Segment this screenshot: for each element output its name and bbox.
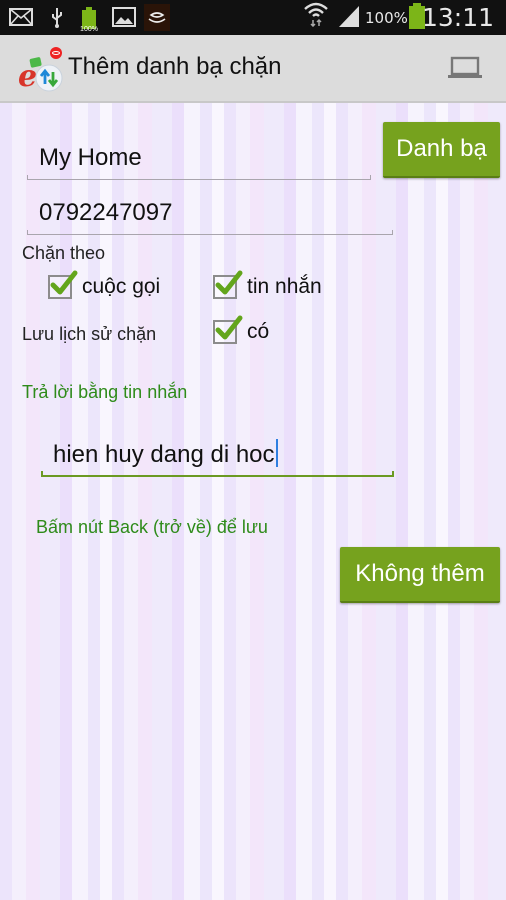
name-input-value: My Home [39,144,142,171]
battery-percent: 100% [365,9,408,27]
save-hint: Bấm nút Back (trở về) để lưu [36,517,268,537]
checkbox-box[interactable] [213,270,243,299]
image-icon [112,6,136,28]
checkbox-messages[interactable]: tin nhắn [213,270,322,299]
signal-icon [337,5,361,27]
checkbox-box[interactable] [213,315,243,344]
wifi-icon [303,2,329,27]
checkbox-messages-label: tin nhắn [247,275,322,298]
battery-small-label: 100% [80,26,98,33]
text-caret [275,439,278,467]
coffee-icon [144,4,170,31]
block-by-label: Chặn theo [22,243,106,263]
checkmark-icon [215,315,243,340]
contacts-button[interactable]: Danh bạ [383,122,500,178]
log-history-label: Lưu lịch sử chặn [22,324,157,344]
phone-input-underline [27,230,393,235]
phone-input[interactable]: 0792247097 [27,183,393,235]
reply-message-value: hien huy dang di hoc [53,439,278,469]
name-input-underline [27,175,371,180]
usb-icon [50,6,64,28]
checkmark-icon [215,270,243,295]
reply-label: Trả lời bằng tin nhắn [22,382,188,402]
status-bar: 100% 100% 13:11 [0,0,506,35]
laptop-icon[interactable] [448,55,482,81]
action-bar: e Thêm danh bạ chặn [0,35,506,103]
dont-add-button[interactable]: Không thêm [340,547,500,603]
content-area: My Home Danh bạ 0792247097 Chặn theo cuộ… [0,103,506,900]
checkbox-log-history-label: có [247,320,270,343]
phone-input-value: 0792247097 [39,199,173,226]
checkmark-icon [50,270,78,295]
app-logo-icon[interactable]: e [16,46,64,94]
page-title: Thêm danh bạ chặn [68,53,282,80]
clock: 13:11 [421,3,494,32]
reply-message-text: hien huy dang di hoc [53,441,275,468]
mail-icon [9,6,33,28]
reply-message-input[interactable]: hien huy dang di hoc [41,423,394,477]
checkbox-box[interactable] [48,270,78,299]
battery-100-icon: 100% [80,5,98,33]
checkbox-log-history[interactable]: có [213,315,270,344]
name-input[interactable]: My Home [27,128,371,180]
checkbox-calls-label: cuộc gọi [82,275,161,298]
reply-input-underline [41,471,394,477]
checkbox-calls[interactable]: cuộc gọi [48,270,161,299]
